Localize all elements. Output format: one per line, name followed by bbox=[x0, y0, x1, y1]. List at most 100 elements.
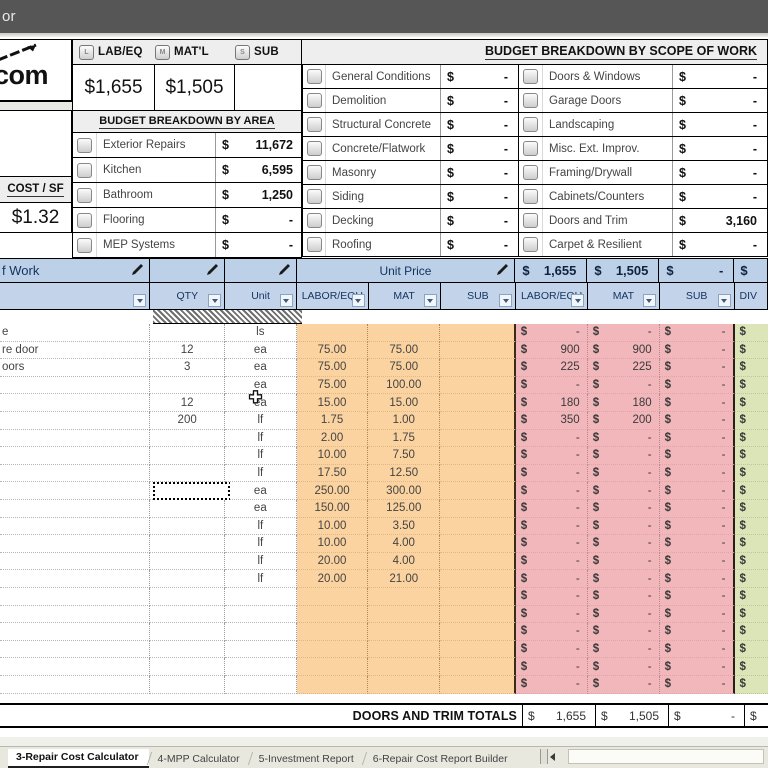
division-column-header[interactable]: DIV bbox=[734, 283, 768, 310]
cell-unitprice-labor[interactable] bbox=[296, 658, 369, 676]
scope-checkbox-cell[interactable] bbox=[519, 65, 543, 88]
table-row[interactable]: lf 10.00 3.50 $ - $ - $ - $ bbox=[0, 517, 768, 536]
unit-header-top[interactable] bbox=[224, 258, 297, 283]
cell-extended-labor[interactable]: $ - bbox=[515, 464, 588, 483]
cell-extended-labor[interactable]: $ - bbox=[515, 447, 588, 465]
table-row[interactable]: ea 75.00 100.00 $ - $ - $ - $ bbox=[0, 376, 768, 395]
cell-extended-labor[interactable]: $ - bbox=[515, 535, 588, 553]
table-row[interactable]: $ - $ - $ - $ bbox=[0, 605, 768, 624]
table-row[interactable]: lf 17.50 12.50 $ - $ - $ - $ bbox=[0, 464, 768, 483]
cell-unitprice-mat[interactable] bbox=[368, 588, 441, 606]
cell-unitprice-labor[interactable] bbox=[296, 605, 369, 624]
checkbox-icon[interactable] bbox=[77, 137, 92, 153]
cell-unit[interactable]: lf bbox=[224, 535, 297, 553]
scroll-left-icon[interactable] bbox=[550, 752, 555, 761]
cell-division[interactable]: $ bbox=[734, 412, 768, 430]
filter-icon[interactable] bbox=[351, 294, 365, 307]
cell-extended-mat[interactable]: $ - bbox=[587, 464, 660, 483]
selected-cell[interactable] bbox=[153, 482, 230, 500]
cell-extended-mat[interactable]: $ - bbox=[587, 570, 660, 588]
scope-row[interactable]: Masonry $ - bbox=[302, 161, 519, 185]
extended-labor-header[interactable]: LABOR/EQU bbox=[516, 283, 588, 310]
extended-mat-header[interactable]: MAT bbox=[588, 283, 660, 310]
cell-description[interactable] bbox=[0, 535, 151, 553]
table-row[interactable]: ea 150.00 125.00 $ - $ - $ - $ bbox=[0, 500, 768, 518]
scope-row[interactable]: Landscaping $ - bbox=[519, 113, 768, 137]
cell-unitprice-labor[interactable] bbox=[296, 588, 369, 606]
cell-unit[interactable]: ea bbox=[224, 500, 297, 518]
cell-extended-labor[interactable]: $ - bbox=[515, 676, 588, 694]
checkbox-icon[interactable] bbox=[523, 189, 538, 204]
horizontal-scrollbar[interactable] bbox=[568, 749, 764, 764]
checkbox-icon[interactable] bbox=[77, 237, 92, 253]
cell-description[interactable]: oors bbox=[0, 359, 151, 377]
cell-qty[interactable] bbox=[150, 570, 225, 588]
checkbox-icon[interactable] bbox=[523, 141, 538, 156]
cell-extended-sub[interactable]: $ - bbox=[659, 341, 735, 360]
cell-qty[interactable] bbox=[150, 324, 225, 342]
table-row[interactable]: $ - $ - $ - $ bbox=[0, 676, 768, 694]
cell-description[interactable]: e bbox=[0, 324, 151, 342]
area-row[interactable]: MEP Systems $ - bbox=[72, 233, 302, 258]
scope-row[interactable]: Demolition $ - bbox=[302, 89, 519, 113]
scope-checkbox-cell[interactable] bbox=[519, 209, 543, 232]
cell-unitprice-mat[interactable]: 75.00 bbox=[368, 359, 441, 377]
cell-extended-labor[interactable]: $180 bbox=[515, 394, 588, 412]
cell-extended-mat[interactable]: $ - bbox=[587, 623, 660, 641]
area-checkbox-cell[interactable] bbox=[73, 208, 97, 232]
cell-extended-mat[interactable]: $200 bbox=[587, 412, 660, 430]
cell-extended-mat[interactable]: $ - bbox=[587, 447, 660, 465]
cell-qty[interactable] bbox=[150, 658, 225, 676]
cell-extended-labor[interactable]: $ - bbox=[515, 588, 588, 606]
filter-icon[interactable] bbox=[571, 294, 584, 307]
cell-extended-labor[interactable]: $ - bbox=[515, 605, 588, 624]
cell-unit[interactable]: ea bbox=[224, 482, 297, 500]
cell-unitprice-sub[interactable] bbox=[440, 676, 516, 694]
cell-unit[interactable]: lf bbox=[224, 412, 297, 430]
scope-checkbox-cell[interactable] bbox=[302, 89, 326, 112]
cell-extended-labor[interactable]: $ - bbox=[515, 517, 588, 536]
cell-division[interactable]: $ bbox=[734, 588, 768, 606]
cell-division[interactable]: $ bbox=[734, 464, 768, 483]
cell-description[interactable] bbox=[0, 447, 151, 465]
cell-extended-labor[interactable]: $ - bbox=[515, 640, 588, 659]
cell-unitprice-sub[interactable] bbox=[440, 324, 516, 342]
scope-row[interactable]: Garage Doors $ - bbox=[519, 89, 768, 113]
cell-unitprice-labor[interactable]: 20.00 bbox=[296, 552, 369, 571]
cell-unitprice-mat[interactable]: 75.00 bbox=[368, 341, 441, 360]
filter-icon[interactable] bbox=[423, 294, 437, 307]
table-row[interactable]: $ - $ - $ - $ bbox=[0, 588, 768, 606]
cell-unitprice-sub[interactable] bbox=[440, 588, 516, 606]
cell-division[interactable]: $ bbox=[734, 341, 768, 360]
cell-unitprice-mat[interactable] bbox=[368, 640, 441, 659]
cell-description[interactable] bbox=[0, 605, 151, 624]
checkbox-icon[interactable] bbox=[306, 141, 322, 156]
cell-extended-sub[interactable]: $ - bbox=[659, 605, 735, 624]
cell-extended-sub[interactable]: $ - bbox=[659, 552, 735, 571]
checkbox-icon[interactable] bbox=[523, 165, 538, 180]
cell-description[interactable] bbox=[0, 482, 151, 500]
cell-division[interactable]: $ bbox=[734, 552, 768, 571]
cell-unitprice-labor[interactable]: 1.75 bbox=[296, 412, 369, 430]
cell-unitprice-labor[interactable]: 250.00 bbox=[296, 482, 369, 500]
cell-unitprice-mat[interactable]: 21.00 bbox=[368, 570, 441, 588]
cell-description[interactable] bbox=[0, 676, 151, 694]
cell-qty[interactable]: 12 bbox=[150, 394, 225, 412]
cell-extended-sub[interactable]: $ - bbox=[659, 623, 735, 641]
area-checkbox-cell[interactable] bbox=[73, 133, 97, 157]
scope-of-work-filter[interactable] bbox=[0, 283, 151, 310]
cell-unitprice-labor[interactable]: 17.50 bbox=[296, 464, 369, 483]
cell-division[interactable]: $ bbox=[734, 623, 768, 641]
cell-extended-sub[interactable]: $ - bbox=[659, 517, 735, 536]
filter-icon[interactable] bbox=[208, 294, 222, 307]
cell-description[interactable] bbox=[0, 394, 151, 412]
scope-checkbox-cell[interactable] bbox=[302, 113, 326, 136]
cell-unitprice-labor[interactable] bbox=[296, 676, 369, 694]
cell-qty[interactable] bbox=[150, 447, 225, 465]
area-row[interactable]: Exterior Repairs $11,672 bbox=[72, 133, 302, 158]
cell-unitprice-sub[interactable] bbox=[440, 412, 516, 430]
cell-unit[interactable] bbox=[224, 676, 297, 694]
cell-description[interactable] bbox=[0, 412, 151, 430]
cell-extended-sub[interactable]: $ - bbox=[659, 588, 735, 606]
cell-qty[interactable] bbox=[150, 676, 225, 694]
